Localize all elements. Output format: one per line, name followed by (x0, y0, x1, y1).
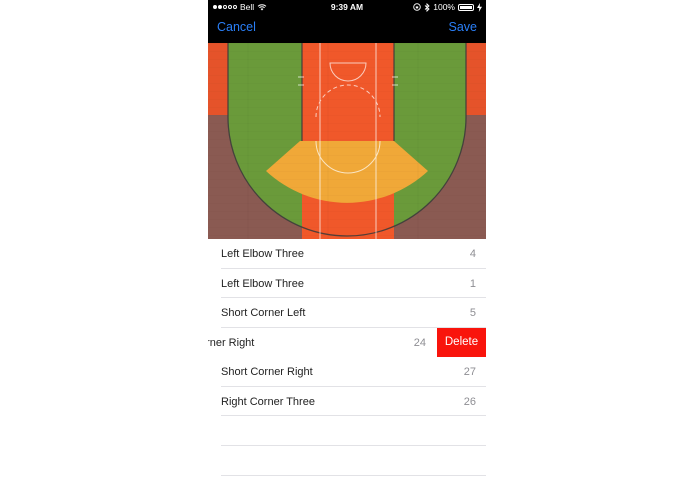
shot-label: Corner Right (208, 336, 255, 349)
battery-icon (458, 3, 474, 11)
save-button[interactable]: Save (449, 20, 478, 34)
bluetooth-icon (424, 2, 430, 12)
list-item[interactable]: Short Corner Right 27 (208, 357, 486, 387)
row-divider (221, 415, 486, 416)
navigation-bar: Cancel Save (208, 14, 486, 43)
empty-row-divider (221, 445, 486, 446)
battery-percent: 100% (433, 2, 455, 12)
shot-count: 4 (469, 248, 476, 260)
delete-button[interactable]: Delete (437, 327, 486, 357)
shot-label: Left Elbow Three (221, 248, 304, 260)
empty-row-divider (221, 474, 486, 476)
shot-count: 26 (463, 395, 476, 408)
shot-count: 1 (469, 277, 476, 290)
shot-label: Left Elbow Three (221, 277, 304, 290)
phone-screen: Bell 9:39 AM 100% Cancel Save Left Elbow… (208, 0, 486, 494)
shot-label: Right Corner Three (221, 395, 315, 408)
status-bar: Bell 9:39 AM 100% (208, 0, 486, 14)
shot-count: 24 (413, 336, 426, 349)
list-item[interactable]: Right Corner Three 26 (208, 387, 486, 416)
list-item[interactable]: Left Elbow Three 1 (208, 269, 486, 298)
cancel-button[interactable]: Cancel (217, 20, 256, 34)
shot-count: 5 (469, 307, 476, 319)
charging-icon (477, 2, 482, 12)
orientation-lock-icon (413, 3, 421, 11)
basketball-court-heatmap[interactable] (208, 43, 486, 239)
list-item[interactable]: Left Elbow Three 4 (208, 239, 486, 269)
shot-label: Short Corner Left (221, 307, 306, 319)
shot-count: 27 (463, 366, 476, 378)
status-right: 100% (413, 0, 482, 14)
list-item-swiped[interactable]: Corner Right 24 Delete (208, 327, 486, 357)
shot-label: Short Corner Right (221, 366, 313, 378)
list-item[interactable]: Short Corner Left 5 (208, 298, 486, 328)
